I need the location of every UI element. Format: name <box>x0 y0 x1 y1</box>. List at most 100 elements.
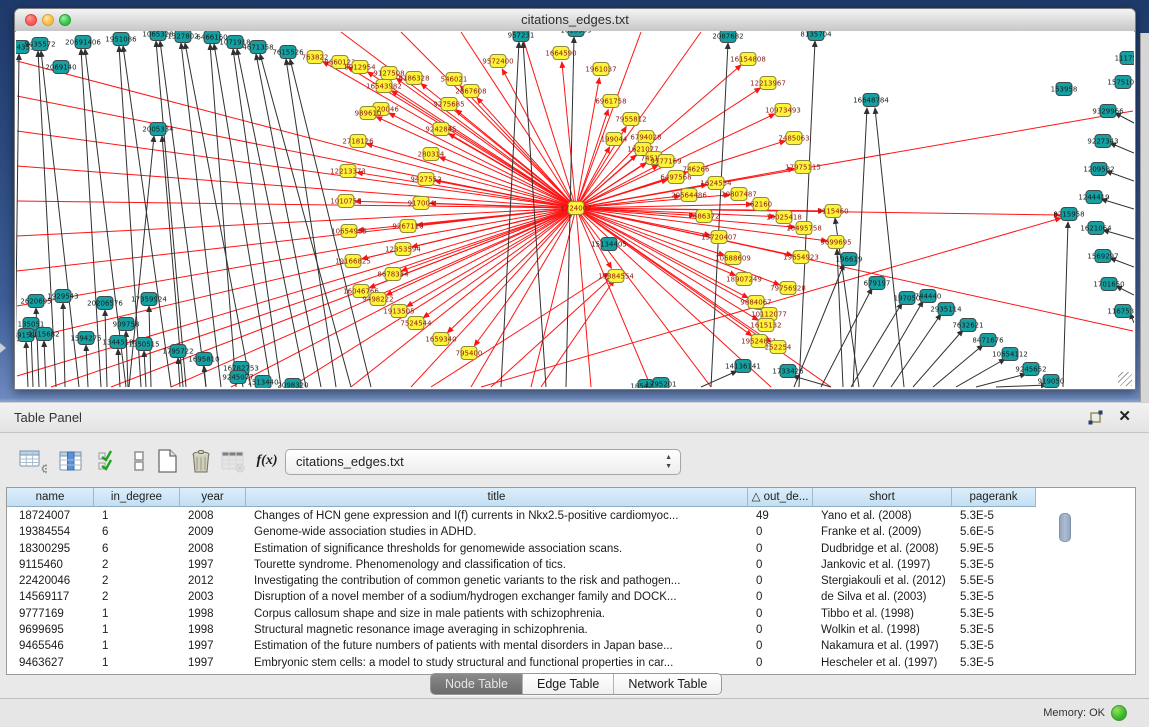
graph-node[interactable]: 14136141 <box>725 360 761 373</box>
graph-node[interactable]: 12353594 <box>385 243 421 256</box>
table-cell[interactable]: 49 <box>748 508 813 524</box>
graph-node[interactable]: 1209582 <box>1083 163 1114 176</box>
table-cell[interactable]: Wolkin et al. (1998) <box>813 622 952 638</box>
table-cell[interactable]: 1 <box>94 606 180 622</box>
close-panel-icon[interactable]: ✕ <box>1118 407 1131 425</box>
graph-node[interactable]: 20691406 <box>65 36 101 49</box>
graph-node[interactable]: 2005334 <box>142 123 174 136</box>
table-cell[interactable]: 0 <box>748 524 813 540</box>
table-cell[interactable]: Embryonic stem cells: a model to study s… <box>246 655 748 671</box>
graph-node[interactable]: 1327802 <box>167 31 198 43</box>
graph-node[interactable]: 1615132 <box>750 319 781 332</box>
table-cell[interactable]: 5.3E-5 <box>952 557 1036 573</box>
table-cell[interactable]: 2012 <box>180 573 246 589</box>
new-column-button[interactable] <box>152 446 182 476</box>
table-cell[interactable]: 1 <box>94 655 180 671</box>
table-cell[interactable]: 6 <box>94 541 180 557</box>
graph-node[interactable]: 7955812 <box>615 113 646 126</box>
table-row[interactable]: 969969511998Structural magnetic resonanc… <box>7 622 1036 638</box>
table-cell[interactable]: Investigating the contribution of common… <box>246 573 748 589</box>
graph-node[interactable]: 62160 <box>750 198 772 211</box>
table-cell[interactable]: Yano et al. (2008) <box>813 508 952 524</box>
table-cell[interactable]: 9463627 <box>7 655 94 671</box>
hidden-panel-toggle-icon[interactable] <box>0 343 6 353</box>
column-header-name[interactable]: name <box>7 488 94 507</box>
graph-node[interactable]: 153958 <box>1051 83 1078 96</box>
table-cell[interactable]: 19384554 <box>7 524 94 540</box>
graph-node[interactable]: 16154808 <box>730 53 766 66</box>
graph-node[interactable]: 1951086 <box>105 33 137 46</box>
table-cell[interactable]: 5.3E-5 <box>952 622 1036 638</box>
graph-node[interactable]: 9115460 <box>817 205 848 218</box>
graph-node[interactable]: 12213373 <box>330 165 366 178</box>
table-cell[interactable]: 9115460 <box>7 557 94 573</box>
table-cell[interactable]: 0 <box>748 606 813 622</box>
table-cell[interactable]: 1997 <box>180 655 246 671</box>
graph-node[interactable]: 1695810 <box>188 353 219 366</box>
graph-node[interactable]: 917004 <box>408 197 435 210</box>
table-cell[interactable]: Stergiakouli et al. (2012) <box>813 573 952 589</box>
table-cell[interactable]: Hescheler et al. (1997) <box>813 655 952 671</box>
network-canvas[interactable]: 1943559435572206914020691406195108610653… <box>16 31 1134 388</box>
graph-node[interactable]: 795400 <box>456 347 483 360</box>
table-cell[interactable]: 18300295 <box>7 541 94 557</box>
table-cell[interactable]: Changes of HCN gene expression and I(f) … <box>246 508 748 524</box>
table-cell[interactable]: 1998 <box>180 606 246 622</box>
network-window[interactable]: citations_edges.txt 19435594355722069140… <box>14 8 1136 390</box>
graph-node[interactable]: 6794028 <box>630 131 661 144</box>
graph-node[interactable]: 252254 <box>765 341 792 354</box>
window-resize-grip[interactable] <box>1118 372 1132 386</box>
graph-node[interactable]: 12213967 <box>750 77 786 90</box>
graph-node[interactable]: 1167534 <box>1107 305 1134 318</box>
graph-node[interactable]: 1621064 <box>1080 222 1112 235</box>
table-cell[interactable]: 0 <box>748 622 813 638</box>
table-cell[interactable]: 6 <box>94 524 180 540</box>
column-visibility-button[interactable] <box>56 446 86 476</box>
table-cell[interactable]: 2 <box>94 557 180 573</box>
table-cell[interactable]: Estimation of significance thresholds fo… <box>246 541 748 557</box>
table-row[interactable]: 946362711997Embryonic stem cells: a mode… <box>7 655 1036 671</box>
column-header-in-degree[interactable]: in_degree <box>94 488 180 507</box>
graph-node[interactable]: 909758 <box>113 318 140 331</box>
table-cell[interactable]: Genome-wide association studies in ADHD. <box>246 524 748 540</box>
graph-node[interactable]: 8912954 <box>344 61 376 74</box>
graph-node[interactable]: 957231 <box>508 31 535 42</box>
network-graph[interactable]: 1943559435572206914020691406195108610653… <box>16 31 1134 388</box>
graph-node[interactable]: 8471676 <box>972 334 1004 347</box>
graph-node[interactable]: 15134405 <box>591 238 627 251</box>
table-cell[interactable]: 0 <box>748 573 813 589</box>
graph-node[interactable]: 4671358 <box>242 41 273 54</box>
graph-node[interactable]: 1913505 <box>383 305 414 318</box>
table-cell[interactable]: 2008 <box>180 541 246 557</box>
graph-node[interactable]: 9699695 <box>820 236 851 249</box>
table-cell[interactable]: 1 <box>94 508 180 524</box>
graph-node[interactable]: 1594275 <box>70 332 101 345</box>
tab-node-table[interactable]: Node Table <box>431 674 523 694</box>
table-row[interactable]: 2242004622012Investigating the contribut… <box>7 573 1036 589</box>
window-titlebar[interactable]: citations_edges.txt <box>15 9 1135 32</box>
table-cell[interactable]: 0 <box>748 557 813 573</box>
table-cell[interactable]: Franke et al. (2009) <box>813 524 952 540</box>
graph-node[interactable]: 8135704 <box>800 31 832 41</box>
graph-node[interactable]: 79756928 <box>770 282 806 295</box>
table-row[interactable]: 1830029562008Estimation of significance … <box>7 541 1036 557</box>
graph-node[interactable]: 1575107 <box>1107 76 1134 89</box>
table-cell[interactable]: 5.3E-5 <box>952 606 1036 622</box>
graph-node[interactable]: 9572400 <box>482 55 513 68</box>
table-cell[interactable]: 9465546 <box>7 638 94 654</box>
graph-node[interactable]: 1961037 <box>585 63 616 76</box>
table-cell[interactable]: 9699695 <box>7 622 94 638</box>
float-panel-icon[interactable] <box>1087 409 1105 427</box>
column-header-out-de-[interactable]: △ out_de... <box>748 488 813 507</box>
graph-node[interactable]: 1244419 <box>1078 191 1109 204</box>
table-cell[interactable]: 1 <box>94 638 180 654</box>
graph-node[interactable]: 18907249 <box>726 273 762 286</box>
table-cell[interactable]: 1997 <box>180 557 246 573</box>
table-row[interactable]: 946554611997Estimation of the future num… <box>7 638 1036 654</box>
graph-node[interactable]: 9267110 <box>392 220 423 233</box>
graph-node[interactable]: 2087682 <box>712 31 743 43</box>
table-cell[interactable]: 2 <box>94 589 180 605</box>
delete-column-button[interactable] <box>186 446 216 476</box>
row-options-button[interactable] <box>124 446 154 476</box>
graph-node[interactable]: 2718126 <box>342 135 374 148</box>
